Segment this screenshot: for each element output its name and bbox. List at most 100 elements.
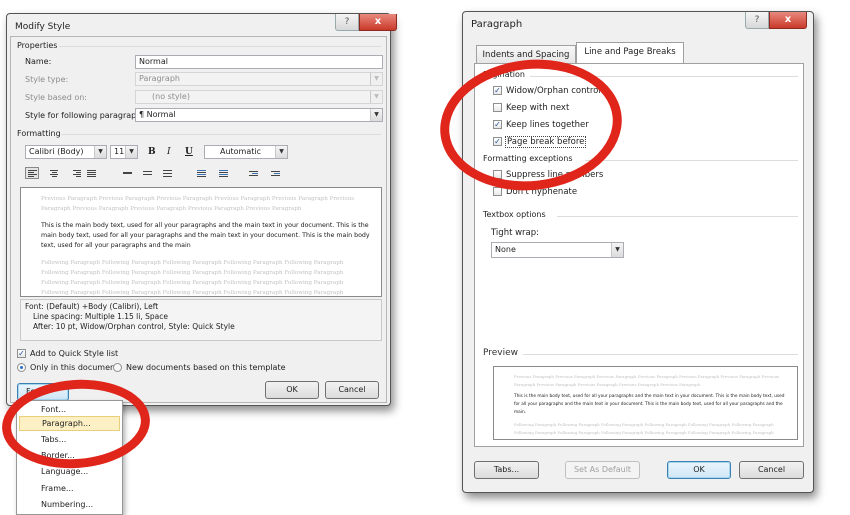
set-as-default-button[interactable]: Set As Default (565, 461, 640, 479)
dont-hyphenate-checkbox[interactable] (493, 187, 502, 196)
double-spacing-icon[interactable] (163, 167, 177, 179)
page-break-before-checkbox[interactable]: ✓ (493, 137, 502, 146)
widow-orphan-label: Widow/Orphan control (506, 86, 601, 96)
textbox-options-heading: Textbox options (483, 210, 546, 219)
description-line-2: Line spacing: Multiple 1.15 li, Space (33, 312, 168, 321)
title-bar: Paragraph ? x (463, 12, 813, 38)
following-paragraph-label: Style for following paragraph: (25, 111, 144, 120)
menu-item-numbering[interactable]: Numbering... (19, 497, 120, 512)
font-size-select[interactable]: 11 ▼ (110, 145, 138, 159)
tabs-button[interactable]: Tabs... (474, 461, 539, 479)
suppress-line-numbers-checkbox[interactable] (493, 170, 502, 179)
chevron-down-icon: ▼ (370, 73, 382, 85)
new-documents-radio[interactable] (113, 363, 122, 372)
font-select[interactable]: Calibri (Body) ▼ (25, 145, 107, 159)
keep-with-next-label: Keep with next (506, 103, 570, 113)
paragraph-preview: Previous Paragraph Previous Paragraph Pr… (493, 366, 798, 440)
keep-with-next-checkbox[interactable] (493, 103, 502, 112)
widow-orphan-checkbox[interactable]: ✓ (493, 86, 502, 95)
name-input[interactable]: Normal (135, 55, 383, 69)
close-button[interactable]: x (769, 12, 807, 29)
properties-heading: Properties (17, 41, 58, 50)
font-color-value: Automatic (219, 147, 262, 156)
increase-space-before-icon[interactable] (197, 167, 211, 179)
help-button[interactable]: ? (745, 12, 769, 29)
decrease-indent-icon[interactable] (249, 167, 263, 179)
format-button[interactable]: Fo (17, 383, 69, 401)
style-type-label: Style type: (25, 75, 69, 84)
style-type-select: Paragraph ▼ (135, 72, 383, 86)
only-this-document-label: Only in this document (30, 363, 119, 372)
formatting-exceptions-heading: Formatting exceptions (483, 154, 573, 163)
paragraph-dialog: Paragraph ? x Indents and Spacing Line a… (462, 11, 814, 493)
dialog-title: Modify Style (15, 22, 71, 32)
font-size-value: 11 (114, 147, 125, 156)
description-line-3: After: 10 pt, Widow/Orphan control, Styl… (33, 322, 235, 331)
main-body-text: This is the main body text, used for all… (514, 394, 785, 415)
tight-wrap-value: None (495, 245, 516, 254)
divider (585, 160, 798, 161)
menu-item-font[interactable]: Font... (19, 402, 120, 417)
italic-button[interactable]: I (167, 147, 171, 157)
divider (59, 46, 381, 47)
formatting-heading: Formatting (17, 129, 61, 138)
dialog-title: Paragraph (471, 19, 523, 30)
previous-paragraph-text: Previous Paragraph Previous Paragraph Pr… (41, 196, 355, 212)
align-right-icon[interactable] (67, 167, 81, 179)
based-on-value: (no style) (152, 92, 190, 101)
align-center-icon[interactable] (47, 167, 61, 179)
single-spacing-icon[interactable] (123, 167, 137, 179)
divider (530, 76, 798, 77)
menu-item-language[interactable]: Language... (19, 464, 120, 479)
chevron-down-icon[interactable]: ▼ (611, 243, 623, 257)
format-menu: Font... Paragraph... Tabs... Border... L… (16, 400, 123, 515)
suppress-line-numbers-label: Suppress line numbers (506, 170, 604, 180)
name-label: Name: (25, 57, 52, 66)
tab-line-and-page-breaks[interactable]: Line and Page Breaks (576, 42, 684, 63)
close-button[interactable]: x (359, 14, 397, 31)
following-paragraph-value: ¶ Normal (139, 110, 176, 119)
menu-item-paragraph[interactable]: Paragraph... (19, 416, 120, 431)
font-color-select[interactable]: Automatic ▼ (204, 145, 288, 159)
menu-item-frame[interactable]: Frame... (19, 481, 120, 496)
align-left-icon[interactable] (25, 167, 39, 179)
tab-indents-and-spacing[interactable]: Indents and Spacing (476, 45, 576, 63)
keep-lines-together-checkbox[interactable]: ✓ (493, 120, 502, 129)
style-description: Font: (Default) +Body (Calibri), Left Li… (20, 299, 382, 341)
following-paragraph-text: Following Paragraph Following Paragraph … (514, 422, 774, 435)
following-paragraph-text: Following Paragraph Following Paragraph … (41, 260, 344, 296)
tab-panel: Pagination ✓ Widow/Orphan control Keep w… (474, 63, 804, 447)
chevron-down-icon[interactable]: ▼ (94, 146, 106, 158)
pagination-heading: Pagination (483, 70, 525, 79)
font-value: Calibri (Body) (29, 147, 84, 156)
ok-button[interactable]: OK (667, 461, 731, 479)
only-this-document-radio[interactable] (17, 363, 26, 372)
style-preview: Previous Paragraph Previous Paragraph Pr… (20, 187, 382, 297)
previous-paragraph-text: Previous Paragraph Previous Paragraph Pr… (514, 374, 780, 387)
justify-icon[interactable] (87, 167, 101, 179)
increase-indent-icon[interactable] (271, 167, 285, 179)
menu-item-border[interactable]: Border... (19, 448, 120, 463)
help-button[interactable]: ? (335, 14, 359, 31)
page-break-before-label: Page break before (505, 136, 587, 148)
chevron-down-icon[interactable]: ▼ (275, 146, 287, 158)
bold-button[interactable]: B (148, 147, 156, 157)
underline-button[interactable]: U (185, 147, 193, 157)
cancel-button[interactable]: Cancel (739, 461, 804, 479)
ok-button[interactable]: OK (265, 381, 319, 399)
tight-wrap-select[interactable]: None ▼ (491, 242, 624, 258)
following-paragraph-select[interactable]: ¶ Normal ▼ (135, 108, 383, 122)
based-on-label: Style based on: (25, 93, 87, 102)
dialog-body: Properties Name: Normal Style type: Para… (10, 36, 387, 403)
divider (61, 134, 381, 135)
decrease-space-before-icon[interactable] (219, 167, 233, 179)
chevron-down-icon[interactable]: ▼ (125, 146, 137, 158)
chevron-down-icon[interactable]: ▼ (370, 109, 382, 121)
cancel-button[interactable]: Cancel (325, 381, 379, 399)
divider (557, 216, 798, 217)
chevron-down-icon: ▼ (370, 91, 382, 103)
add-quick-style-checkbox[interactable]: ✓ (17, 349, 26, 358)
one-half-spacing-icon[interactable] (143, 167, 157, 179)
style-type-value: Paragraph (139, 74, 180, 83)
menu-item-tabs[interactable]: Tabs... (19, 432, 120, 447)
